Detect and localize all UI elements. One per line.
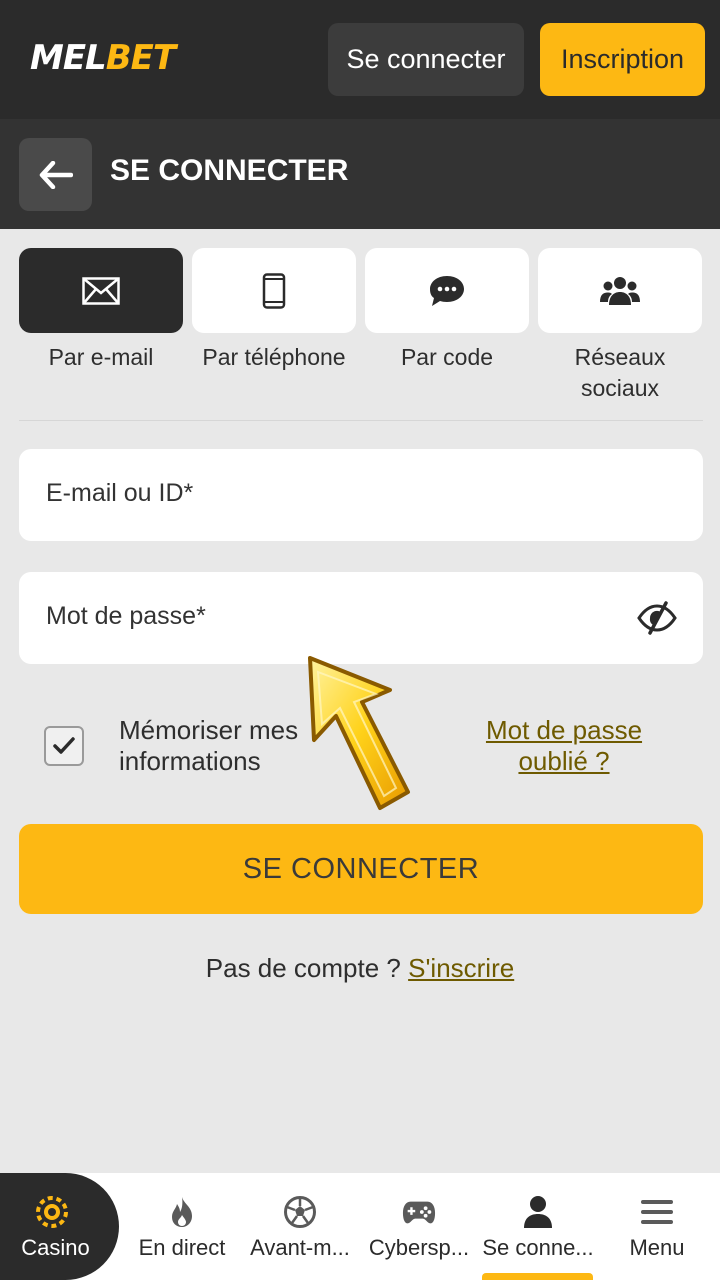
checkmark-icon: [53, 737, 75, 754]
header-login-button[interactable]: Se connecter: [328, 23, 524, 96]
nav-item-casino[interactable]: Casino: [0, 1173, 119, 1280]
method-label-email: Par e-mail: [48, 344, 154, 370]
method-tab-social[interactable]: [538, 248, 702, 333]
login-submit-button[interactable]: SE CONNECTER: [19, 824, 703, 914]
nav-label-live: En direct: [138, 1235, 226, 1260]
toggle-password-visibility-button[interactable]: [637, 600, 677, 636]
signup-link[interactable]: S'inscrire: [408, 953, 514, 983]
nav-item-login[interactable]: Se conne...: [478, 1173, 598, 1280]
nav-label-login: Se conne...: [482, 1235, 594, 1260]
method-tab-email[interactable]: [19, 248, 183, 333]
envelope-icon: [82, 276, 120, 305]
remember-checkbox[interactable]: [44, 726, 84, 766]
arrow-left-icon: [39, 160, 73, 189]
method-tab-phone[interactable]: [192, 248, 356, 333]
nav-label-prematch: Avant-m...: [250, 1235, 350, 1260]
melbet-logo[interactable]: MELBET: [30, 38, 176, 78]
email-placeholder: E-mail ou ID*: [46, 479, 194, 507]
chat-bubble-icon: [430, 275, 464, 306]
soccer-ball-icon: [284, 1196, 316, 1228]
flame-icon: [172, 1197, 192, 1227]
method-label-social: Réseaux sociaux: [574, 344, 666, 401]
password-field[interactable]: Mot de passe*: [19, 572, 703, 664]
email-field[interactable]: E-mail ou ID*: [19, 449, 703, 541]
divider: [19, 420, 703, 421]
eye-slash-icon: [637, 601, 677, 635]
remember-label: Mémoriser mes informations: [119, 715, 299, 776]
nav-item-cybersport[interactable]: Cybersp...: [360, 1173, 478, 1280]
method-label-phone: Par téléphone: [202, 344, 346, 370]
page-header-bar: [0, 119, 720, 229]
header-register-button[interactable]: Inscription: [540, 23, 705, 96]
user-icon: [524, 1196, 552, 1228]
casino-chip-icon: [36, 1196, 68, 1228]
no-account-text: Pas de compte ? S'inscrire: [0, 953, 720, 984]
page-title: SE CONNECTER: [110, 154, 349, 187]
gamepad-icon: [402, 1201, 436, 1224]
forgot-password-link[interactable]: Mot de passe oublié ?: [463, 715, 665, 777]
method-label-code: Par code: [400, 344, 494, 370]
password-placeholder: Mot de passe*: [46, 602, 206, 630]
back-button[interactable]: [19, 138, 92, 211]
phone-icon: [262, 272, 286, 309]
method-tab-code[interactable]: [365, 248, 529, 333]
nav-label-menu: Menu: [629, 1235, 685, 1260]
nav-label-casino: Casino: [21, 1235, 90, 1260]
no-account-label: Pas de compte ?: [205, 953, 409, 983]
nav-item-live[interactable]: En direct: [124, 1173, 240, 1280]
users-icon: [600, 276, 640, 305]
nav-label-cybersport: Cybersp...: [368, 1235, 470, 1260]
nav-item-prematch[interactable]: Avant-m...: [242, 1173, 358, 1280]
nav-item-menu[interactable]: Menu: [598, 1173, 716, 1280]
hamburger-menu-icon: [641, 1200, 673, 1224]
nav-active-indicator: [482, 1273, 593, 1280]
